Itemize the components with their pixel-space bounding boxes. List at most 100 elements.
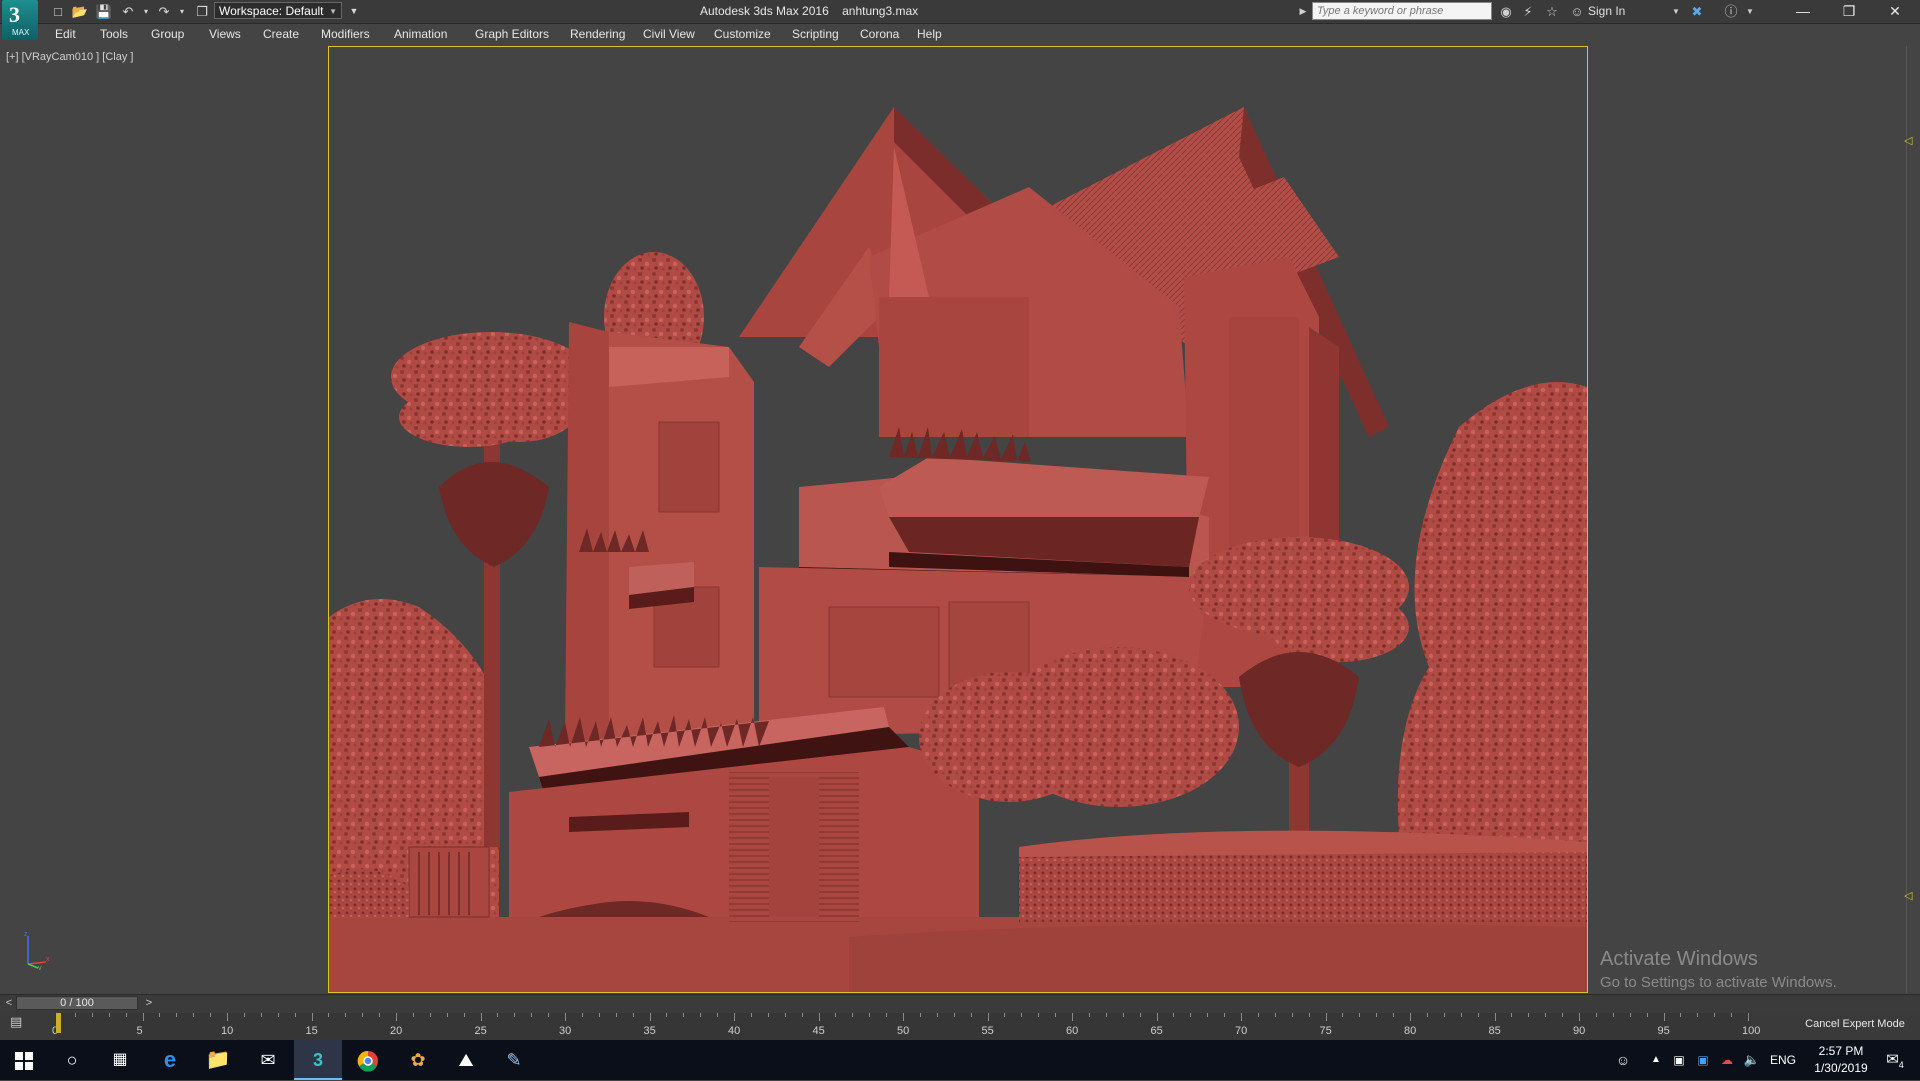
undo-icon[interactable]: ↶ [118, 2, 138, 21]
sign-in-dropdown-icon[interactable]: ▼ [1670, 2, 1682, 21]
exchange-apps-icon[interactable]: ✖ [1686, 2, 1708, 21]
frame-tick [1224, 1013, 1226, 1017]
menu-group[interactable]: Group [151, 27, 184, 41]
quick-access-customize-icon[interactable]: ▼ [344, 2, 364, 21]
start-button[interactable] [0, 1040, 48, 1080]
cortana-search-icon[interactable]: ○ [48, 1040, 96, 1080]
menu-corona[interactable]: Corona [860, 27, 899, 41]
photos-icon[interactable]: ⛰ [442, 1040, 490, 1080]
menu-customize[interactable]: Customize [714, 27, 771, 41]
open-file-icon[interactable]: 📂 [70, 2, 90, 21]
track-bar: ▤ 05101520253035404550556065707580859095… [0, 1011, 1920, 1040]
application-menu-button[interactable]: 3 MAX [2, 0, 38, 40]
user-icon[interactable]: ☺ [1568, 2, 1586, 21]
frame-tick [176, 1013, 178, 1017]
viewport-divider[interactable] [1906, 46, 1907, 993]
clock-date[interactable]: 1/30/2019 [1806, 1061, 1876, 1075]
mail-icon[interactable]: ✉ [244, 1040, 292, 1080]
frame-tick [1612, 1013, 1614, 1017]
frame-tick [1511, 1013, 1513, 1017]
frame-tick [700, 1013, 702, 1017]
camera-viewport[interactable] [328, 46, 1588, 993]
menu-tools[interactable]: Tools [100, 27, 128, 41]
help-dropdown-icon[interactable]: ▼ [1744, 2, 1756, 21]
communication-center-icon[interactable]: ⚡ [1518, 2, 1538, 21]
menu-modifiers[interactable]: Modifiers [321, 27, 370, 41]
redo-icon[interactable]: ↷ [154, 2, 174, 21]
redo-dropdown-icon[interactable]: ▾ [172, 2, 192, 21]
tray-app-icon[interactable]: ▣ [1694, 1040, 1712, 1080]
frame-tick [1697, 1013, 1699, 1017]
frame-tick [750, 1013, 752, 1017]
frame-tick-label: 85 [1488, 1025, 1501, 1037]
search-input[interactable]: Type a keyword or phrase [1312, 2, 1492, 20]
new-file-icon[interactable]: □ [48, 2, 68, 21]
show-hidden-icons-chevron-icon[interactable]: ▲ [1648, 1040, 1664, 1080]
people-icon[interactable]: ☺ [1612, 1040, 1634, 1080]
help-icon[interactable]: ⓘ [1720, 2, 1742, 21]
save-file-icon[interactable]: 💾 [94, 2, 114, 21]
input-language-indicator[interactable]: ENG [1766, 1040, 1800, 1080]
frame-tick [818, 1013, 820, 1021]
svg-text:z: z [24, 931, 28, 938]
frame-tick [565, 1013, 566, 1021]
paint-app-icon[interactable]: ✿ [394, 1040, 442, 1080]
menu-views[interactable]: Views [209, 27, 241, 41]
menu-animation[interactable]: Animation [394, 27, 447, 41]
favorites-star-icon[interactable]: ☆ [1542, 2, 1562, 21]
infocenter-expand-icon[interactable]: ▶ [1298, 2, 1308, 21]
windows-taskbar: ○ ▦ e 📁 ✉ 3 ✿ ⛰ ✎ ☺ ▲ ▣ ▣ ☁ 🔈 ENG 2:57 P… [0, 1040, 1920, 1080]
time-slider-prev-button[interactable]: < [2, 995, 16, 1011]
close-button[interactable]: ✕ [1872, 0, 1918, 22]
mini-curve-editor-icon[interactable]: ▤ [10, 1014, 32, 1030]
current-frame-indicator[interactable] [56, 1013, 61, 1033]
project-folder-icon[interactable]: ❐ [192, 2, 212, 21]
frame-tick [784, 1013, 786, 1017]
binoculars-search-icon[interactable]: ◉ [1496, 2, 1516, 21]
volume-icon[interactable]: 🔈 [1742, 1040, 1762, 1080]
frame-ruler[interactable]: 0510152025303540455055606570758085909510… [52, 1013, 1760, 1040]
restore-button[interactable]: ❐ [1826, 0, 1872, 22]
file-explorer-icon[interactable]: 📁 [194, 1040, 242, 1080]
frame-tick [717, 1013, 719, 1017]
frame-tick [91, 1013, 93, 1017]
activate-windows-title: Activate Windows [1600, 948, 1758, 970]
sign-in-button[interactable]: Sign In [1588, 4, 1625, 18]
viewport-right-area [1590, 46, 1920, 993]
workspace-dropdown[interactable]: Workspace: Default ▼ [214, 2, 342, 19]
viewport-label-menu[interactable]: [+] [VRayCam010 ] [Clay ] [6, 51, 133, 63]
time-slider-next-button[interactable]: > [142, 995, 156, 1011]
frame-tick [328, 1013, 330, 1017]
time-slider-thumb[interactable]: 0 / 100 [16, 996, 138, 1010]
task-view-icon[interactable]: ▦ [96, 1040, 144, 1080]
undo-dropdown-icon[interactable]: ▾ [136, 2, 156, 21]
cancel-expert-mode-button[interactable]: Cancel Expert Mode [1790, 1011, 1920, 1040]
frame-tick [1663, 1013, 1665, 1021]
minimize-button[interactable]: — [1780, 0, 1826, 22]
network-icon[interactable]: ▣ [1670, 1040, 1688, 1080]
frame-tick [1545, 1013, 1547, 1017]
frame-tick [193, 1013, 195, 1017]
workspace-label: Workspace: Default [219, 4, 324, 18]
edge-browser-icon[interactable]: e [146, 1040, 194, 1080]
menu-help[interactable]: Help [917, 27, 942, 41]
menu-civil-view[interactable]: Civil View [643, 27, 695, 41]
3ds-max-logo-icon: 3 [9, 2, 20, 27]
tray-alert-icon[interactable]: ☁ [1718, 1040, 1736, 1080]
clock-time[interactable]: 2:57 PM [1810, 1044, 1872, 1058]
action-center-icon[interactable]: ✉4 [1880, 1040, 1910, 1080]
menu-graph-editors[interactable]: Graph Editors [475, 27, 549, 41]
menu-rendering[interactable]: Rendering [570, 27, 625, 41]
paint-brush-app-icon[interactable]: ✎ [490, 1040, 538, 1080]
chrome-icon[interactable] [344, 1040, 392, 1080]
menu-create[interactable]: Create [263, 27, 299, 41]
chevron-down-icon: ▼ [329, 7, 337, 16]
frame-tick [1460, 1013, 1462, 1017]
frame-tick [598, 1013, 600, 1017]
time-slider[interactable]: < 0 / 100 > [0, 994, 1920, 1011]
app-logo-label: MAX [12, 28, 30, 37]
menu-edit[interactable]: Edit [55, 27, 76, 41]
frame-tick [514, 1013, 516, 1017]
3ds-max-taskbar-icon[interactable]: 3 [294, 1040, 342, 1080]
menu-scripting[interactable]: Scripting [792, 27, 839, 41]
